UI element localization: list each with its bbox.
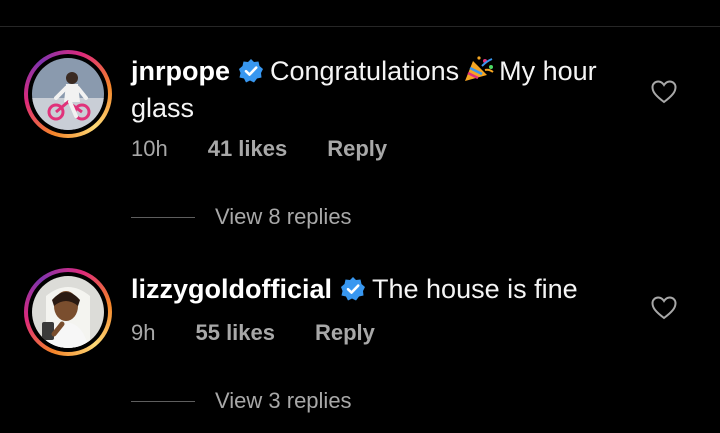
username[interactable]: lizzygoldofficial bbox=[131, 274, 332, 304]
replies-divider bbox=[131, 217, 195, 218]
verified-badge-icon bbox=[340, 276, 366, 310]
username[interactable]: jnrpope bbox=[131, 56, 230, 86]
comment-meta: 9h 55 likes Reply bbox=[131, 320, 415, 346]
likes-count[interactable]: 55 likes bbox=[195, 320, 275, 345]
party-popper-icon bbox=[463, 55, 495, 91]
reply-button[interactable]: Reply bbox=[315, 320, 375, 345]
view-replies-label[interactable]: View 3 replies bbox=[215, 388, 352, 414]
comment-text: lizzygoldofficial The house is fine bbox=[131, 273, 631, 310]
avatar-story-ring[interactable] bbox=[24, 268, 112, 356]
view-replies-label[interactable]: View 8 replies bbox=[215, 204, 352, 230]
likes-count[interactable]: 41 likes bbox=[208, 136, 288, 161]
comment-text: jnrpope Congratulations My hour glass bbox=[131, 55, 631, 125]
comment-meta: 10h 41 likes Reply bbox=[131, 136, 427, 162]
verified-badge-icon bbox=[238, 58, 264, 92]
user-selfie-avatar-icon bbox=[32, 276, 104, 348]
avatar[interactable] bbox=[32, 276, 104, 348]
comment-body-part: Congratulations bbox=[270, 56, 460, 86]
avatar-gap bbox=[28, 272, 108, 352]
replies-divider bbox=[131, 401, 195, 402]
comment-timestamp: 9h bbox=[131, 320, 156, 345]
user-on-bike-avatar-icon bbox=[32, 58, 104, 130]
avatar-story-ring[interactable] bbox=[24, 50, 112, 138]
comment-timestamp: 10h bbox=[131, 136, 168, 161]
comment-body: The house is fine bbox=[372, 274, 578, 304]
avatar-gap bbox=[28, 54, 108, 134]
reply-button[interactable]: Reply bbox=[327, 136, 387, 161]
like-heart-icon[interactable] bbox=[651, 80, 677, 109]
avatar[interactable] bbox=[32, 58, 104, 130]
top-divider bbox=[0, 26, 720, 27]
like-heart-icon[interactable] bbox=[651, 296, 677, 325]
